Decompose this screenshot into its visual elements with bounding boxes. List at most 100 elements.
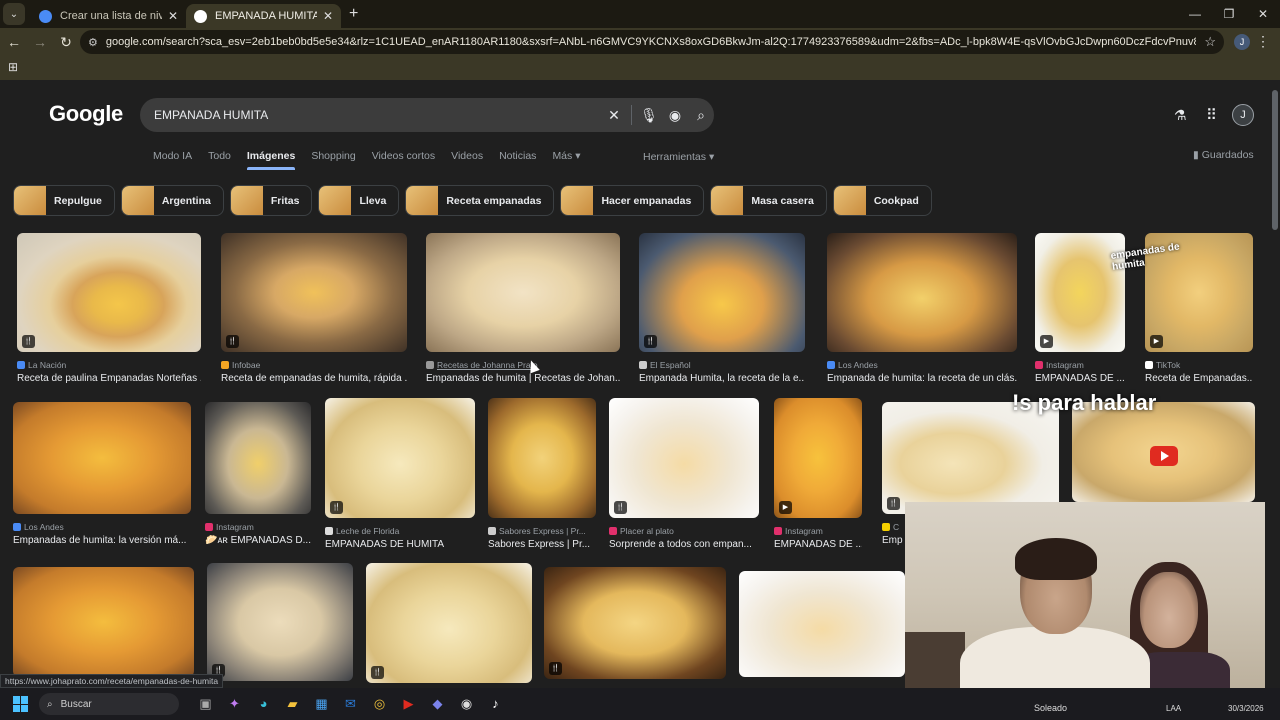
- youtube-play-icon[interactable]: [1150, 446, 1178, 466]
- restore-icon[interactable]: ❐: [1212, 7, 1246, 21]
- address-bar[interactable]: ⚙ google.com/search?sca_esv=2eb1beb0bd5e…: [80, 30, 1224, 54]
- result-image[interactable]: [488, 398, 596, 518]
- result-image[interactable]: 🍴: [609, 398, 759, 518]
- teams-icon[interactable]: ◆: [423, 696, 452, 712]
- result-card[interactable]: Instagram 🥟ᴀʀ EMPANADAS D...: [205, 402, 311, 546]
- tab-todo[interactable]: Todo: [208, 150, 231, 162]
- result-caption[interactable]: Empanadas de humita | Recetas de Johan..…: [426, 373, 620, 384]
- tab-videos[interactable]: Videos: [451, 150, 483, 162]
- language-indicator[interactable]: LAA: [1166, 704, 1181, 713]
- obs-icon[interactable]: ◉: [452, 696, 481, 712]
- result-image[interactable]: [13, 567, 194, 677]
- account-avatar[interactable]: J: [1232, 104, 1254, 126]
- result-caption[interactable]: Emp: [882, 535, 904, 546]
- google-logo[interactable]: Google: [49, 101, 123, 127]
- result-source[interactable]: Recetas de Johanna Prato: [426, 360, 620, 370]
- result-caption[interactable]: EMPANADAS DE HUMITA: [325, 539, 475, 550]
- tab-noticias[interactable]: Noticias: [499, 150, 536, 162]
- reload-icon[interactable]: ↻: [54, 34, 78, 51]
- result-card[interactable]: 🍴 La Nación Receta de paulina Empanadas …: [17, 233, 201, 384]
- tiktok-icon[interactable]: ♪: [481, 696, 510, 712]
- new-tab-icon[interactable]: +: [349, 5, 358, 23]
- clear-icon[interactable]: ✕: [601, 107, 627, 124]
- result-image[interactable]: [13, 402, 191, 514]
- result-card[interactable]: Sabores Express | Pr... Sabores Express …: [488, 398, 596, 550]
- page-scrollbar[interactable]: [1272, 90, 1278, 230]
- result-card[interactable]: 🍴 Placer al plato Sorprende a todos con …: [609, 398, 759, 550]
- result-caption[interactable]: Empanadas de humita: la versión má...: [13, 535, 191, 546]
- result-image[interactable]: 🍴: [544, 567, 726, 679]
- apps-grid-icon[interactable]: ⊞: [8, 60, 18, 74]
- menu-kebab-icon[interactable]: ⋮: [1256, 33, 1270, 50]
- result-source[interactable]: Instagram: [1035, 360, 1125, 370]
- file-explorer-icon[interactable]: ▰: [278, 696, 307, 712]
- result-source[interactable]: Placer al plato: [609, 526, 759, 536]
- result-card[interactable]: 🍴: [366, 563, 532, 683]
- youtube-icon[interactable]: ▶: [394, 696, 423, 712]
- windows-start-icon[interactable]: [13, 696, 29, 712]
- taskbar-search[interactable]: ⌕ Buscar: [39, 693, 179, 715]
- tab-1[interactable]: Crear una lista de niveles de em ✕: [31, 4, 186, 28]
- chip-masa-casera[interactable]: Masa casera: [710, 185, 827, 216]
- forward-icon[interactable]: →: [28, 34, 52, 50]
- tab-mas[interactable]: Más ▾: [552, 150, 580, 162]
- copilot-icon[interactable]: ✦: [220, 696, 249, 712]
- close-tab-2-icon[interactable]: ✕: [323, 9, 333, 23]
- result-source[interactable]: Los Andes: [13, 522, 191, 532]
- store-icon[interactable]: ▦: [307, 696, 336, 712]
- close-window-icon[interactable]: ✕: [1246, 7, 1280, 21]
- chip-hacer-empanadas[interactable]: Hacer empanadas: [560, 185, 705, 216]
- lens-icon[interactable]: ◉: [662, 107, 688, 124]
- tab-modo-ia[interactable]: Modo IA: [153, 150, 192, 162]
- result-image[interactable]: 🍴: [639, 233, 805, 352]
- result-source[interactable]: El Español: [639, 360, 805, 370]
- result-source[interactable]: C: [882, 522, 904, 532]
- search-icon[interactable]: ⌕: [688, 107, 714, 124]
- result-image[interactable]: 🍴: [882, 402, 1059, 514]
- profile-avatar[interactable]: J: [1234, 34, 1250, 50]
- tab-shopping[interactable]: Shopping: [311, 150, 355, 162]
- outlook-icon[interactable]: ✉: [336, 696, 365, 712]
- result-image[interactable]: 🍴: [325, 398, 475, 518]
- chip-argentina[interactable]: Argentina: [120, 185, 224, 216]
- result-caption[interactable]: Empanada de humita: la receta de un clás…: [827, 373, 1017, 384]
- edge-icon[interactable]: ◕: [249, 696, 278, 712]
- site-info-icon[interactable]: ⚙: [88, 36, 98, 49]
- result-card[interactable]: 🍴 C Emp: [882, 402, 1059, 546]
- result-caption[interactable]: Sabores Express | Pr...: [488, 539, 596, 550]
- back-icon[interactable]: ←: [2, 34, 26, 50]
- result-caption[interactable]: Empanada Humita, la receta de la e...: [639, 373, 805, 384]
- result-card[interactable]: 🍴 Infobae Receta de empanadas de humita,…: [221, 233, 407, 384]
- result-image[interactable]: 🍴: [221, 233, 407, 352]
- saved-button[interactable]: ▮ Guardados: [1193, 149, 1254, 161]
- tab-search-button[interactable]: ⌄: [3, 3, 25, 25]
- chip-fritas[interactable]: Fritas: [229, 185, 313, 216]
- result-caption[interactable]: Sorprende a todos con empan...: [609, 539, 759, 550]
- result-card[interactable]: 🍴: [544, 567, 726, 679]
- chip-cookpad[interactable]: Cookpad: [832, 185, 932, 216]
- result-caption[interactable]: Receta de empanadas de humita, rápida ..…: [221, 373, 407, 384]
- result-caption[interactable]: EMPANADAS DE ...: [774, 539, 862, 550]
- chip-receta-empanadas[interactable]: Receta empanadas: [405, 185, 555, 216]
- bookmark-star-icon[interactable]: ☆: [1204, 34, 1216, 50]
- microphone-icon[interactable]: 🎙: [636, 107, 662, 124]
- result-image[interactable]: [827, 233, 1017, 352]
- result-card[interactable]: Los Andes Empanadas de humita: la versió…: [13, 402, 191, 546]
- result-image[interactable]: [205, 402, 311, 514]
- result-card[interactable]: Los Andes Empanada de humita: la receta …: [827, 233, 1017, 384]
- result-image[interactable]: 🍴: [17, 233, 201, 352]
- close-tab-1-icon[interactable]: ✕: [168, 9, 178, 23]
- result-source[interactable]: Infobae: [221, 360, 407, 370]
- result-image[interactable]: 🍴: [366, 563, 532, 683]
- result-caption[interactable]: EMPANADAS DE ...: [1035, 373, 1125, 384]
- search-input[interactable]: EMPANADA HUMITA: [154, 108, 601, 122]
- result-card[interactable]: [13, 567, 194, 677]
- result-card[interactable]: 🍴 Leche de Florida EMPANADAS DE HUMITA: [325, 398, 475, 550]
- result-source[interactable]: Sabores Express | Pr...: [488, 526, 596, 536]
- result-card[interactable]: 🍴 El Español Empanada Humita, la receta …: [639, 233, 805, 384]
- tab-imagenes[interactable]: Imágenes: [246, 150, 296, 170]
- result-source[interactable]: Instagram: [205, 522, 311, 532]
- result-card[interactable]: Recetas de Johanna Prato Empanadas de hu…: [426, 233, 620, 384]
- result-source[interactable]: TikTok: [1145, 360, 1253, 370]
- result-caption[interactable]: Receta de paulina Empanadas Norteñas ...: [17, 373, 201, 384]
